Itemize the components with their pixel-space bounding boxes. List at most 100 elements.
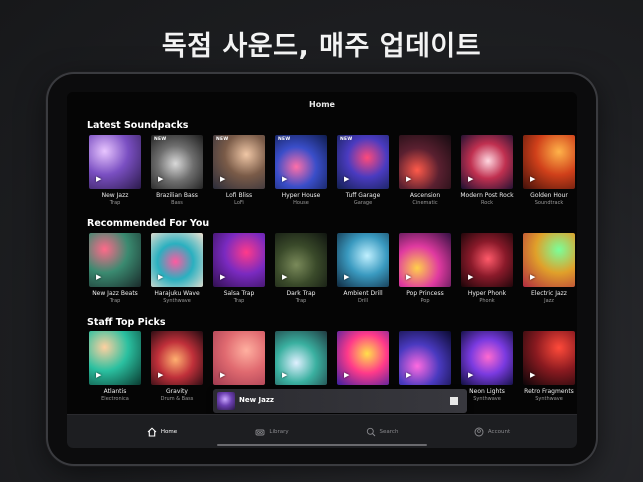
play-icon[interactable]: ▶ [282,175,287,183]
play-icon[interactable]: ▶ [220,371,225,379]
library-icon [255,429,265,436]
play-icon[interactable]: ▶ [344,175,349,183]
soundpack-card[interactable]: ▶ Hyper Phonk Phonk [459,233,515,311]
soundpack-artwork: NEW ▶ [275,135,327,189]
tab-home[interactable]: Home [117,415,207,448]
soundpack-card[interactable]: NEW ▶ Hyper House House [273,135,329,213]
soundpack-artwork: ▶ [523,135,575,189]
play-icon[interactable]: ▶ [530,175,535,183]
soundpack-genre: Trap [109,298,121,304]
soundpack-card[interactable]: ▶ New Jazz Trap [87,135,143,213]
play-icon[interactable]: ▶ [468,273,473,281]
home-icon [147,427,157,437]
play-icon[interactable]: ▶ [344,371,349,379]
new-badge: NEW [278,137,291,142]
soundpack-genre: Electronica [101,396,129,402]
soundpack-artwork: ▶ [523,233,575,287]
play-icon[interactable]: ▶ [158,175,163,183]
soundpack-artwork: ▶ [337,233,389,287]
play-icon[interactable]: ▶ [530,273,535,281]
soundpack-card[interactable]: NEW ▶ Lofi Bliss LoFi [211,135,267,213]
play-icon[interactable]: ▶ [406,175,411,183]
soundpack-card[interactable]: ▶ Ambient Drill Drill [335,233,391,311]
tab-account[interactable]: Account [447,415,537,448]
tab-bar: Home Library Search Account [67,414,577,448]
soundpack-genre: Pop [420,298,430,304]
soundpack-name: Ambient Drill [343,290,383,297]
soundpack-genre: Synthwave [163,298,191,304]
soundpack-artwork: NEW ▶ [213,135,265,189]
soundpack-artwork: ▶ [151,331,203,385]
play-icon[interactable]: ▶ [468,371,473,379]
soundpack-artwork: ▶ [213,233,265,287]
play-icon[interactable]: ▶ [96,175,101,183]
app-screen: Home Latest Soundpacks ▶ New Jazz Trap NEW ▶… [67,92,577,448]
soundpack-card[interactable]: ▶ Electric Jazz Jazz [521,233,577,311]
soundpack-genre: Synthwave [535,396,563,402]
play-icon[interactable]: ▶ [96,273,101,281]
play-icon[interactable]: ▶ [406,273,411,281]
soundpack-genre: Trap [233,298,245,304]
soundpack-card[interactable]: ▶ Dark Trap Trap [273,233,329,311]
soundpack-name: Brazilian Bass [156,192,198,199]
soundpack-name: Tuff Garage [345,192,381,199]
soundpack-genre: Cinematic [412,200,438,206]
soundpack-artwork: ▶ [89,331,141,385]
soundpack-name: Modern Post Rock [460,192,514,199]
home-indicator [217,444,427,446]
stop-icon[interactable] [450,397,458,405]
play-icon[interactable]: ▶ [344,273,349,281]
tab-account-label: Account [487,429,511,435]
soundpack-genre: Garage [353,200,373,206]
soundpack-artwork: ▶ [89,135,141,189]
soundpack-card[interactable]: ▶ Neon Lights Synthwave [459,331,515,409]
soundpack-card[interactable]: NEW ▶ Brazilian Bass Bass [149,135,205,213]
soundpack-genre: House [293,200,309,206]
play-icon[interactable]: ▶ [158,273,163,281]
play-icon[interactable]: ▶ [158,371,163,379]
soundpack-name: New Jazz [101,192,129,199]
soundpack-name: Ascension [409,192,441,199]
soundpack-name: Hyper House [281,192,321,199]
soundpack-card[interactable]: ▶ Harajuku Wave Synthwave [149,233,205,311]
soundpack-genre: Jazz [544,298,554,304]
play-icon[interactable]: ▶ [282,371,287,379]
play-icon[interactable]: ▶ [406,371,411,379]
soundpack-card[interactable]: ▶ Gravity Drum & Bass [149,331,205,409]
promo-headline: 독점 사운드, 매주 업데이트 [161,31,482,62]
play-icon[interactable]: ▶ [282,273,287,281]
soundpack-card[interactable]: ▶ Pop Princess Pop [397,233,453,311]
soundpack-artwork: ▶ [89,233,141,287]
soundpack-card[interactable]: ▶ Modern Post Rock Rock [459,135,515,213]
tab-library-label: Library [269,429,289,435]
soundpack-name: New Jazz Beats [92,290,138,297]
play-icon[interactable]: ▶ [96,371,101,379]
soundpack-card[interactable]: ▶ Ascension Cinematic [397,135,453,213]
soundpack-name: Gravity [166,388,188,395]
soundpack-artwork: ▶ [151,233,203,287]
soundpack-card[interactable]: ▶ New Jazz Beats Trap [87,233,143,311]
soundpack-genre: Soundtrack [534,200,564,206]
soundpack-genre: Drum & Bass [160,396,194,402]
section-title-recommended: Recommended For You [87,218,210,229]
soundpack-name: Retro Fragments [524,388,574,395]
soundpack-name: Atlantis [103,388,127,395]
soundpack-genre: LoFi [234,200,244,206]
soundpack-artwork: ▶ [337,331,389,385]
soundpack-genre: Trap [109,200,121,206]
mini-player[interactable]: New Jazz [213,389,467,413]
play-icon[interactable]: ▶ [468,175,473,183]
soundpack-card[interactable]: ▶ Golden Hour Soundtrack [521,135,577,213]
soundpack-genre: Rock [481,200,493,206]
soundpack-card[interactable]: ▶ Salsa Trap Trap [211,233,267,311]
soundpack-card[interactable]: ▶ Retro Fragments Synthwave [521,331,577,409]
soundpack-genre: Phonk [479,298,495,304]
soundpack-card[interactable]: ▶ Atlantis Electronica [87,331,143,409]
soundpack-card[interactable]: NEW ▶ Tuff Garage Garage [335,135,391,213]
row-latest-soundpacks: ▶ New Jazz Trap NEW ▶ Brazilian Bass Bass NEW ▶ L… [87,135,577,213]
section-title-staff-picks: Staff Top Picks [87,317,166,328]
play-icon[interactable]: ▶ [220,273,225,281]
play-icon[interactable]: ▶ [530,371,535,379]
soundpack-genre: Trap [295,298,307,304]
play-icon[interactable]: ▶ [220,175,225,183]
